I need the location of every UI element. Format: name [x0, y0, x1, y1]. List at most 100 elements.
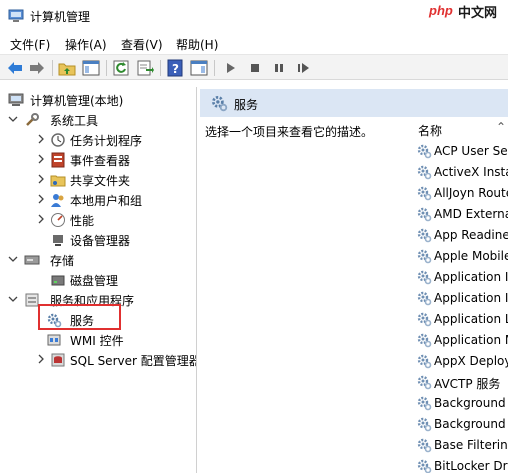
content-header: 服务	[200, 89, 508, 117]
chevron-down-icon[interactable]	[8, 294, 18, 304]
service-name: Background	[434, 396, 506, 410]
tree-label-device-manager: 设备管理器	[70, 234, 131, 248]
refresh-icon[interactable]	[112, 59, 130, 77]
service-row[interactable]: Application I	[414, 267, 508, 288]
toolbar-separator	[106, 60, 107, 76]
service-row[interactable]: Application I	[414, 288, 508, 309]
show-hide-tree-icon[interactable]	[82, 59, 100, 77]
service-name: AppX Deploy	[434, 354, 508, 368]
service-name: Background	[434, 417, 506, 431]
tree-label-performance: 性能	[70, 214, 95, 228]
chevron-right-icon[interactable]	[36, 214, 46, 224]
performance-icon	[51, 213, 65, 227]
tools-icon	[26, 113, 39, 126]
watermark-text: 中文网	[458, 5, 498, 20]
tree-label-system-tools: 系统工具	[50, 114, 99, 128]
service-row[interactable]: Application L	[414, 309, 508, 330]
forward-arrow-icon[interactable]	[28, 59, 46, 77]
service-gear-icon	[416, 374, 432, 390]
service-name: AllJoyn Route	[434, 186, 508, 200]
stop-icon[interactable]	[246, 59, 264, 77]
back-arrow-icon[interactable]	[6, 59, 24, 77]
service-gear-icon	[416, 458, 432, 473]
computer-management-icon	[8, 93, 24, 106]
menu-view[interactable]: 查看(V)	[121, 36, 163, 53]
service-name: ACP User Ser	[434, 144, 508, 158]
service-row[interactable]: Background	[414, 393, 508, 414]
service-row[interactable]: AVCTP 服务	[414, 372, 508, 393]
service-row[interactable]: ActiveX Insta	[414, 162, 508, 183]
service-name: App Readine	[434, 228, 508, 242]
tree-label-wmi: WMI 控件	[70, 334, 124, 348]
chevron-right-icon[interactable]	[36, 174, 46, 184]
service-name: Base Filtering	[434, 438, 508, 452]
chevron-right-icon[interactable]	[36, 194, 46, 204]
menu-help[interactable]: 帮助(H)	[176, 36, 218, 53]
service-row[interactable]: Background	[414, 414, 508, 435]
service-row[interactable]: ACP User Ser	[414, 141, 508, 162]
service-name: ActiveX Insta	[434, 165, 508, 179]
help-icon[interactable]: ?	[166, 59, 184, 77]
description-text: 选择一个项目来查看它的描述。	[205, 125, 374, 139]
chevron-right-icon[interactable]	[36, 154, 46, 164]
tree-label-task-scheduler: 任务计划程序	[70, 134, 143, 148]
menu-action[interactable]: 操作(A)	[65, 36, 107, 53]
service-gear-icon	[416, 353, 432, 369]
service-gear-icon	[416, 206, 432, 222]
column-header-label: 名称	[418, 124, 443, 138]
service-gear-icon	[416, 164, 432, 180]
chevron-right-icon[interactable]	[36, 134, 46, 144]
export-list-icon[interactable]	[136, 59, 154, 77]
menu-file[interactable]: 文件(F)	[10, 36, 50, 53]
up-folder-icon[interactable]	[58, 59, 76, 77]
service-row[interactable]: Application M	[414, 330, 508, 351]
users-icon	[51, 194, 64, 207]
service-row[interactable]: App Readine	[414, 225, 508, 246]
service-row[interactable]: AppX Deploy	[414, 351, 508, 372]
chevron-down-icon[interactable]	[8, 254, 18, 264]
clock-icon	[51, 133, 65, 147]
device-manager-icon	[53, 235, 63, 246]
gear-icon	[212, 96, 228, 112]
service-gear-icon	[416, 332, 432, 348]
service-row[interactable]: Apple Mobile	[414, 246, 508, 267]
tree-label-storage: 存储	[50, 254, 75, 268]
service-name: BitLocker Driv	[434, 459, 508, 473]
service-gear-icon	[416, 248, 432, 264]
watermark: php 中文网	[428, 0, 508, 20]
restart-icon[interactable]	[294, 59, 312, 77]
service-row[interactable]: Base Filtering	[414, 435, 508, 456]
pause-icon[interactable]	[270, 59, 288, 77]
svg-text:?: ?	[172, 62, 179, 76]
start-icon[interactable]	[222, 59, 240, 77]
service-gear-icon	[416, 290, 432, 306]
show-hide-action-pane-icon[interactable]	[190, 59, 208, 77]
service-gear-icon	[416, 185, 432, 201]
highlight-box	[38, 304, 121, 330]
chevron-right-icon[interactable]	[36, 354, 46, 364]
service-gear-icon	[416, 227, 432, 243]
service-row[interactable]: AllJoyn Route	[414, 183, 508, 204]
service-name: AMD Externa	[434, 207, 508, 221]
service-name: Apple Mobile	[434, 249, 508, 263]
service-name: AVCTP 服务	[434, 377, 501, 391]
toolbar-separator	[160, 60, 161, 76]
toolbar-separator	[52, 60, 53, 76]
disk-icon	[51, 275, 65, 286]
service-gear-icon	[416, 269, 432, 285]
event-log-icon	[51, 152, 65, 168]
chevron-down-icon[interactable]	[8, 114, 18, 124]
sql-server-icon	[51, 353, 65, 367]
computer-management-icon	[8, 9, 24, 22]
service-gear-icon	[416, 311, 432, 327]
storage-icon	[24, 255, 40, 265]
service-row[interactable]: BitLocker Driv	[414, 456, 508, 473]
service-gear-icon	[416, 437, 432, 453]
sort-ascending-icon: ⌃	[496, 120, 507, 134]
service-row[interactable]: AMD Externa	[414, 204, 508, 225]
window-title: 计算机管理	[30, 10, 91, 24]
service-name: Application I	[434, 270, 508, 284]
service-gear-icon	[416, 143, 432, 159]
menu-bar: 文件(F) 操作(A) 查看(V) 帮助(H)	[0, 32, 508, 54]
column-header-name[interactable]: 名称 ⌃	[410, 118, 508, 142]
